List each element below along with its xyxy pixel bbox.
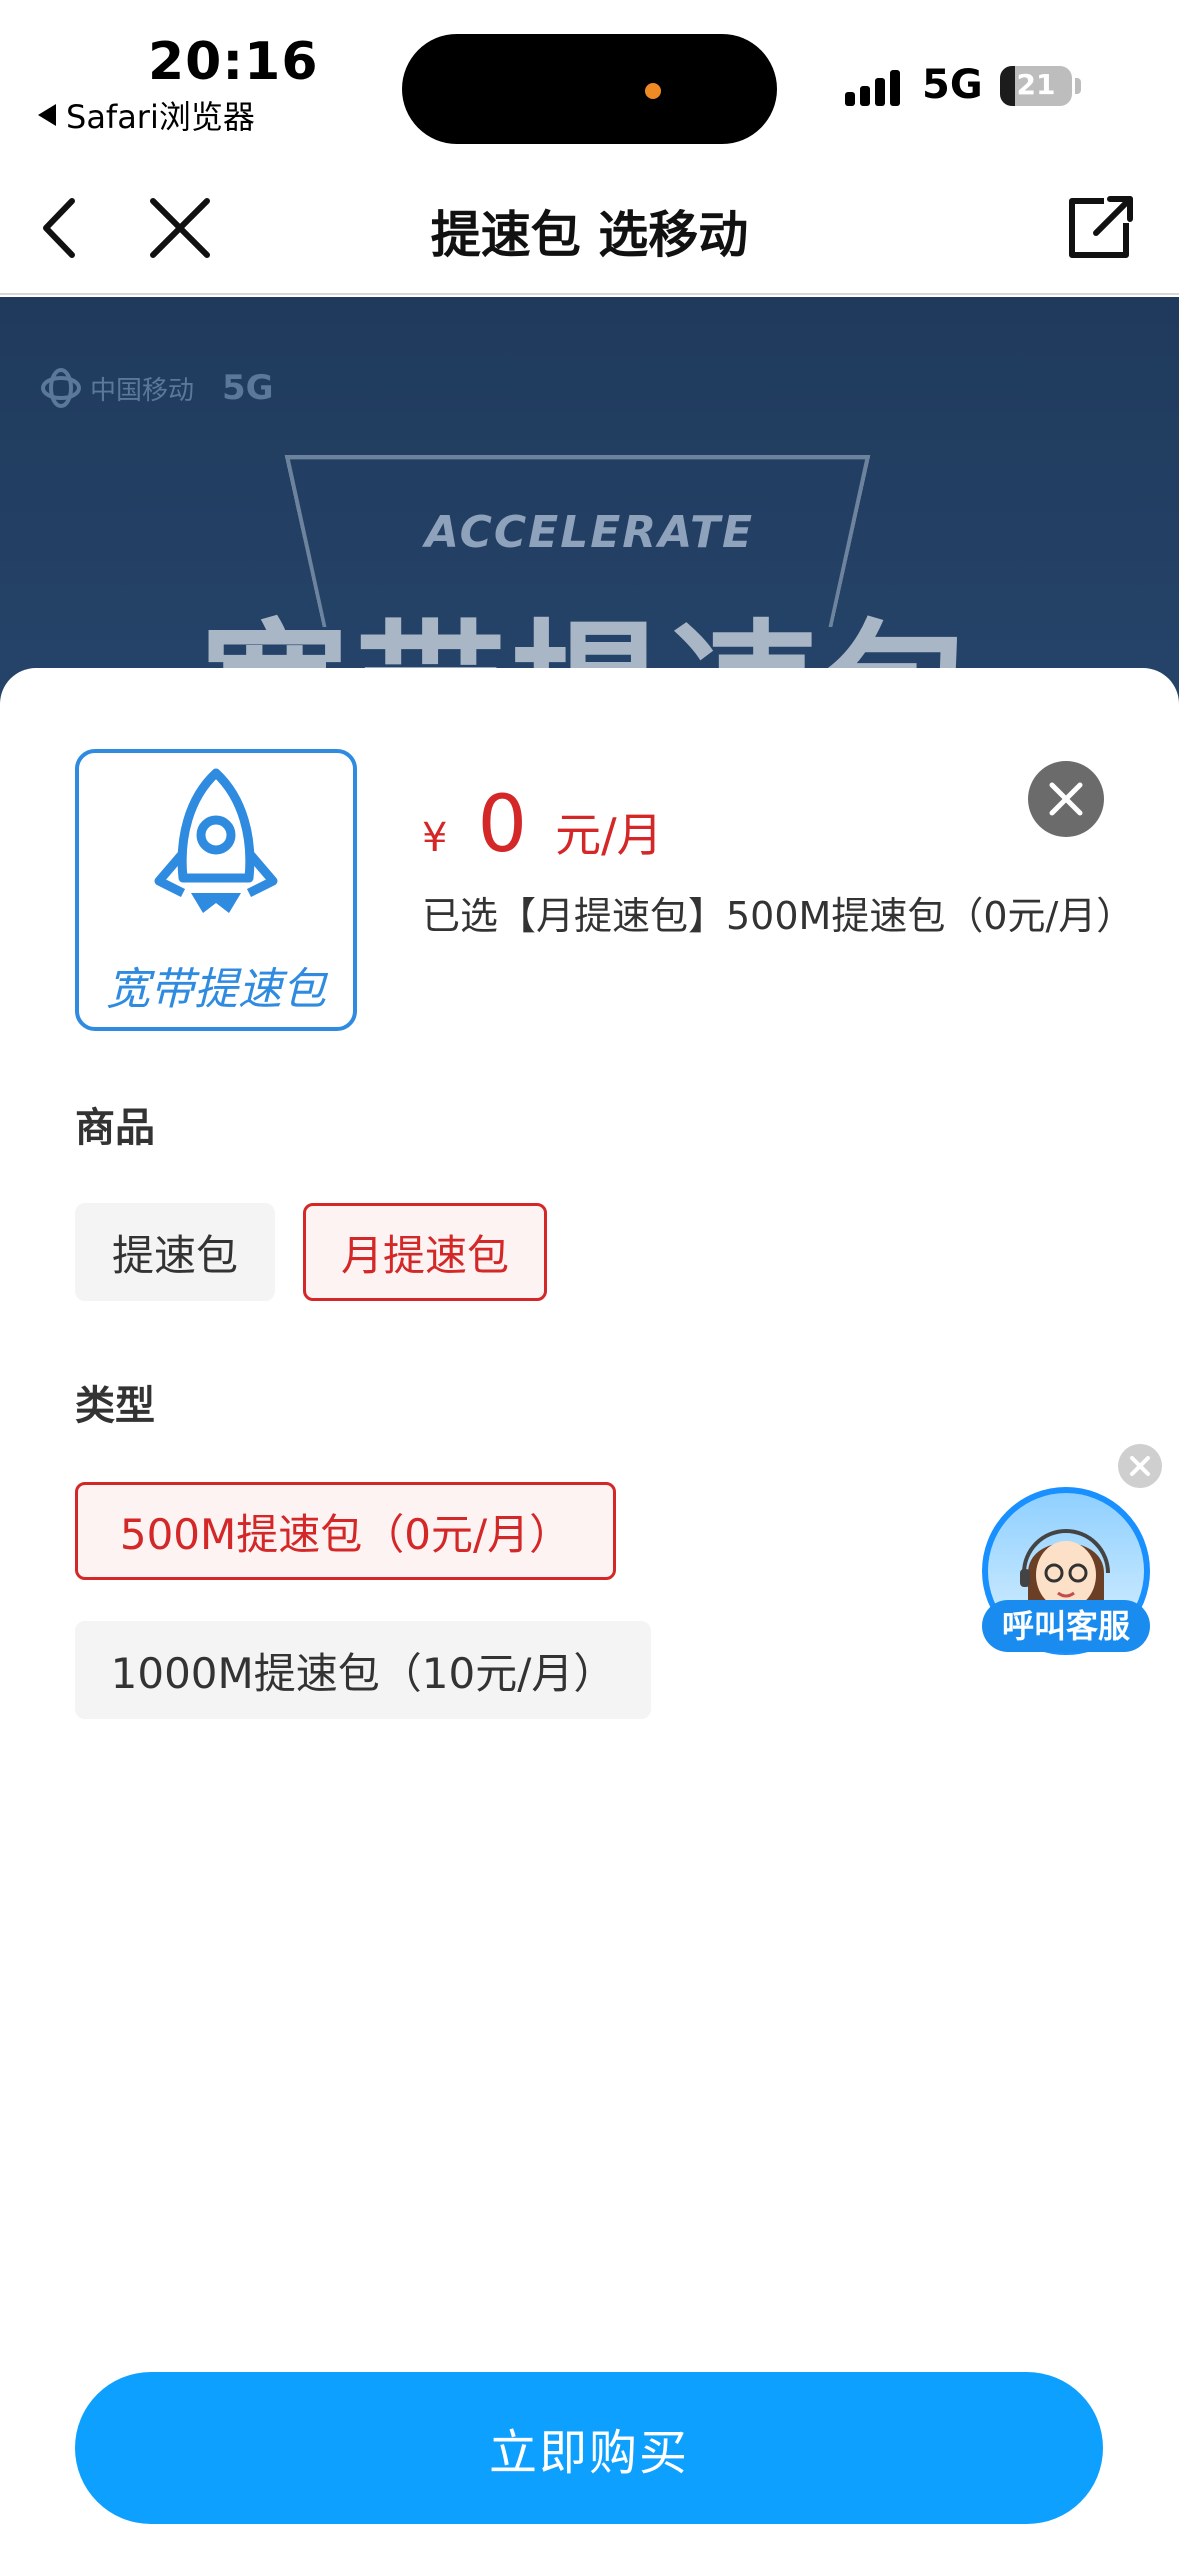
logo-text: 中国移动 [90,375,195,406]
back-app-label: Safari浏览器 [66,98,255,136]
currency-symbol: ¥ [422,815,448,861]
signal-icon [845,70,900,106]
type-option-500m[interactable]: 500M提速包（0元/月） [75,1482,616,1580]
page-title: 提速包 选移动 [430,206,749,264]
close-service-float-button[interactable] [1118,1444,1162,1488]
type-option-1000m[interactable]: 1000M提速包（10元/月） [75,1621,651,1719]
dynamic-island [402,34,777,144]
nav-bar: 提速包 选移动 [0,165,1179,295]
battery-tip [1075,78,1081,94]
camera-indicator [645,83,661,99]
thumbnail-label: 宽带提速包 [106,964,326,1015]
share-icon [1069,196,1133,258]
close-icon [1130,1456,1150,1476]
call-service-label[interactable]: 呼叫客服 [982,1600,1150,1652]
battery-icon: 21 [1000,66,1072,106]
share-button[interactable] [1068,193,1138,263]
goods-option-speedup[interactable]: 提速包 [75,1203,275,1301]
rocket-icon [154,768,278,913]
goods-section-title: 商品 [75,1105,155,1151]
close-icon [1049,782,1083,816]
type-section-title: 类型 [75,1383,155,1429]
buy-now-button[interactable]: 立即购买 [75,2372,1103,2524]
hero-banner: 中国移动 5G ACCELERATE 宽带提速包 [0,297,1179,727]
logo-5g-badge: 5G [222,368,274,408]
china-mobile-logo: 中国移动 5G [40,367,274,409]
price-row: ¥ 0 元/月 [422,780,663,870]
selected-summary: 已选【月提速包】500M提速包（0元/月） [422,894,1135,938]
back-to-app-link[interactable]: Safari浏览器 [38,92,255,138]
network-type: 5G [922,62,983,108]
battery-level: 21 [1016,68,1056,101]
status-time: 20:16 [148,32,319,92]
china-mobile-logo-icon [41,368,81,408]
product-thumbnail: 宽带提速包 [75,749,357,1031]
goods-option-monthly-speedup[interactable]: 月提速包 [303,1203,547,1301]
price-amount: 0 [477,780,528,870]
back-triangle-icon [38,104,56,126]
close-sheet-button[interactable] [1028,761,1104,837]
banner-accent-text: ACCELERATE [424,507,755,558]
status-bar: 20:16 Safari浏览器 5G 21 [0,0,1179,165]
price-unit: 元/月 [555,808,663,862]
